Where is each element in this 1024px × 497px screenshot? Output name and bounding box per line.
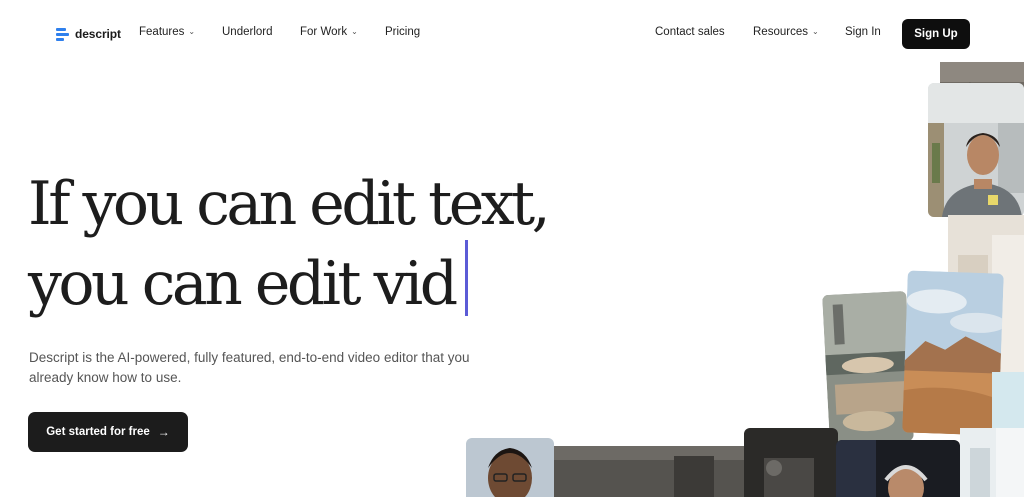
nav-underlord-label: Underlord [222,26,273,38]
nav-sign-in[interactable]: Sign In [845,26,881,38]
collage-video-thumbnail [992,372,1024,432]
cooking-video-thumbnail [822,290,914,446]
podcast-video-thumbnail [836,440,960,497]
collage-video-thumbnail [554,446,744,497]
nav-contact-sales-label: Contact sales [655,26,725,38]
nav-features[interactable]: Features ⌄ [139,26,195,38]
studio-video-thumbnail [744,428,838,497]
nav-sign-in-label: Sign In [845,26,881,38]
text-caret [464,240,468,316]
chevron-down-icon: ⌄ [811,26,819,36]
nav-for-work-label: For Work [300,26,348,38]
logo[interactable]: descript [56,25,121,43]
top-navigation: descript Features ⌄ Underlord For Work ⌄… [0,0,1024,66]
desert-video-thumbnail [902,270,1004,436]
arrow-right-icon: → [157,425,170,439]
nav-features-label: Features [139,26,185,38]
nav-contact-sales[interactable]: Contact sales [655,26,725,38]
nav-resources-label: Resources [753,26,808,38]
logo-text: descript [75,27,121,41]
chevron-down-icon: ⌄ [351,26,358,36]
hero-title-line-2-text: you can edit vid [28,249,458,319]
descript-logo-icon [56,27,69,41]
nav-underlord[interactable]: Underlord [222,26,273,38]
nav-pricing-label: Pricing [385,26,421,38]
get-started-label: Get started for free [46,426,150,438]
get-started-button[interactable]: Get started for free → [28,412,188,452]
presenter-video-thumbnail [928,83,1024,217]
hero-title: If you can edit text, you can edit vid [28,168,551,320]
chevron-down-icon: ⌄ [188,26,196,36]
nav-pricing[interactable]: Pricing [385,26,420,38]
hero-subtitle: Descript is the AI-powered, fully featur… [29,350,470,385]
nav-for-work[interactable]: For Work ⌄ [300,26,358,38]
nav-resources[interactable]: Resources ⌄ [753,26,819,38]
collage-video-thumbnail [960,428,1024,497]
person-glasses-video-thumbnail [466,438,554,497]
sign-up-button[interactable]: Sign Up [902,19,970,49]
hero-title-line-1: If you can edit text, [28,169,551,239]
hero-title-line-2: you can edit vid [28,240,547,320]
